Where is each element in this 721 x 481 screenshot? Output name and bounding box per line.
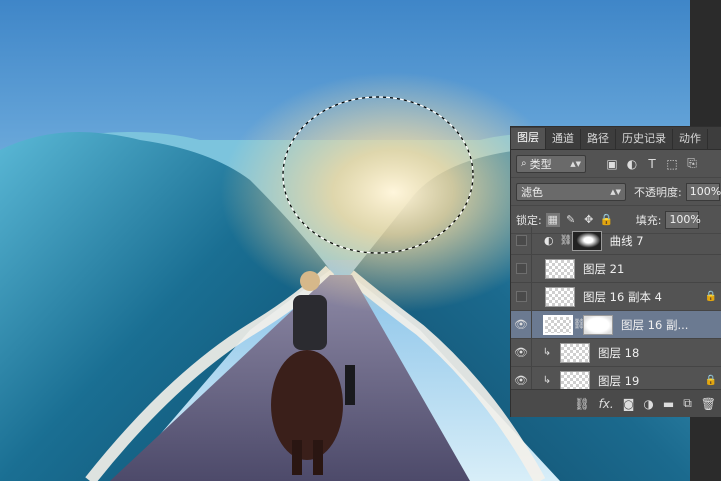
blend-mode-value: 滤色: [521, 185, 543, 199]
type-filter-icon[interactable]: T: [644, 156, 660, 172]
tab-actions[interactable]: 动作: [673, 129, 708, 149]
chevron-down-icon: ▲▼: [570, 159, 581, 168]
layer-row[interactable]: ◐ ⛓ 曲线 7: [511, 227, 721, 255]
tab-history[interactable]: 历史记录: [616, 129, 673, 149]
link-icon: ⛓: [573, 319, 586, 330]
opacity-label: 不透明度:: [634, 185, 682, 199]
layer-name: 图层 18: [598, 345, 640, 360]
lock-position-icon[interactable]: ✥: [582, 213, 596, 227]
lock-all-icon[interactable]: 🔒: [600, 213, 614, 227]
layer-thumbnail[interactable]: [560, 342, 590, 363]
lock-label: 锁定:: [516, 213, 542, 227]
panel-tabs: 图层 通道 路径 历史记录 动作: [511, 127, 721, 150]
layer-thumbnail[interactable]: [560, 370, 590, 391]
lock-icon: 🔒: [704, 291, 717, 302]
shape-filter-icon[interactable]: ⬚: [664, 156, 680, 172]
opacity-field[interactable]: 100%: [685, 182, 721, 201]
image-filter-icon[interactable]: ▣: [604, 156, 620, 172]
layer-row[interactable]: 图层 21: [511, 255, 721, 283]
new-layer-icon[interactable]: ⧉: [683, 396, 692, 411]
fx-button[interactable]: fx.: [599, 397, 614, 411]
eye-icon[interactable]: 👁: [511, 339, 532, 366]
eye-icon[interactable]: 👁: [511, 311, 532, 338]
lock-transparent-icon[interactable]: ▦: [545, 212, 560, 227]
clipping-arrow-icon: ↳: [542, 347, 552, 358]
lock-pixels-icon[interactable]: ✎: [564, 213, 578, 227]
chevron-down-icon: ▲▼: [610, 187, 621, 196]
visibility-toggle[interactable]: [511, 227, 532, 254]
visibility-toggle[interactable]: [511, 283, 532, 310]
layer-mask-thumbnail[interactable]: [583, 314, 613, 335]
new-adjustment-icon[interactable]: ◑: [643, 397, 653, 411]
new-group-icon[interactable]: ▬: [663, 397, 674, 411]
layer-row[interactable]: 👁 ↳ 图层 18: [511, 339, 721, 367]
layers-list: ◐ ⛓ 曲线 7 图层 21 图层 16 副本 4 🔒 👁 ⛓ 图层 16 副.…: [511, 227, 721, 395]
tab-channels[interactable]: 通道: [546, 129, 581, 149]
tab-paths[interactable]: 路径: [581, 129, 616, 149]
trash-icon[interactable]: 🗑: [701, 397, 716, 411]
filter-kind-select[interactable]: ⌕ 类型 ▲▼: [516, 154, 586, 173]
smart-object-filter-icon[interactable]: ⎘: [684, 156, 700, 172]
layer-name: 图层 16 副...: [621, 317, 689, 332]
adjustment-filter-icon[interactable]: ◐: [624, 156, 640, 172]
layer-thumbnail[interactable]: [545, 258, 575, 279]
curves-adjustment-icon: ◐: [544, 234, 554, 247]
filter-kind-label: 类型: [529, 157, 552, 171]
layer-row[interactable]: 图层 16 副本 4 🔒: [511, 283, 721, 311]
fill-field[interactable]: 100%: [665, 210, 701, 229]
blend-row: 滤色 ▲▼ 不透明度: 100%: [511, 178, 721, 206]
link-icon: ⛓: [559, 235, 573, 246]
layer-name: 图层 19: [598, 373, 640, 388]
filter-row: ⌕ 类型 ▲▼ ▣ ◐ T ⬚ ⎘: [511, 150, 721, 178]
layers-footer-toolbar: ⛓ fx. ◙ ◑ ▬ ⧉ 🗑: [511, 389, 721, 417]
tab-layers[interactable]: 图层: [511, 128, 546, 149]
link-layers-icon[interactable]: ⛓: [574, 397, 589, 411]
layers-panel: 图层 通道 路径 历史记录 动作 ⌕ 类型 ▲▼ ▣ ◐ T ⬚ ⎘ 滤色 ▲▼…: [510, 126, 721, 417]
visibility-toggle[interactable]: [511, 255, 532, 282]
blend-mode-select[interactable]: 滤色 ▲▼: [516, 182, 626, 201]
layer-thumbnail[interactable]: [543, 314, 573, 335]
layer-name: 图层 21: [583, 261, 625, 276]
layer-name: 图层 16 副本 4: [583, 289, 662, 304]
layer-row[interactable]: 👁 ⛓ 图层 16 副...: [511, 311, 721, 339]
add-mask-icon[interactable]: ◙: [623, 397, 635, 411]
layer-name: 曲线 7: [609, 233, 644, 248]
layer-mask-thumbnail[interactable]: [571, 230, 602, 251]
search-icon: ⌕: [521, 158, 527, 169]
lock-icon: 🔒: [704, 375, 717, 386]
clipping-arrow-icon: ↳: [542, 375, 552, 386]
fill-label: 填充:: [635, 213, 662, 227]
layer-thumbnail[interactable]: [545, 286, 575, 307]
